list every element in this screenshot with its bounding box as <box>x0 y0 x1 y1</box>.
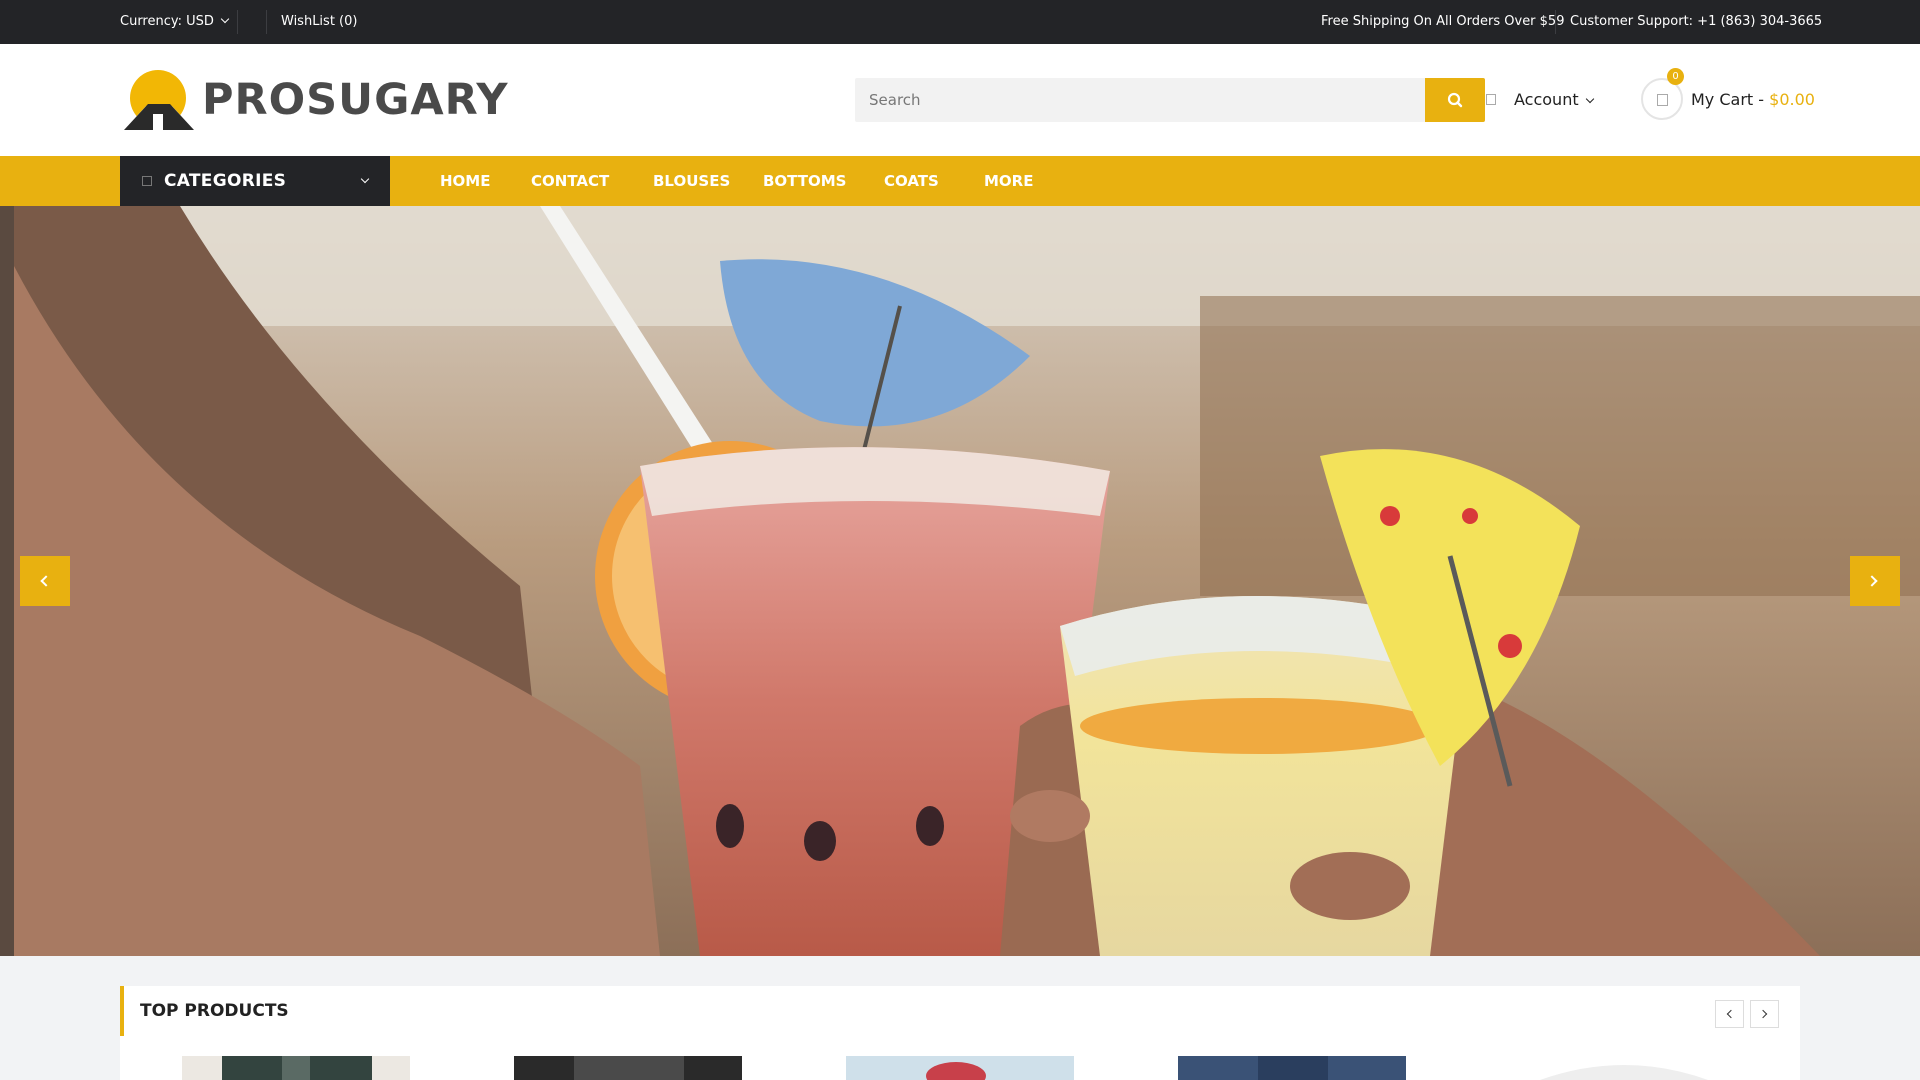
chevron-down-icon <box>220 14 230 24</box>
nav-bottoms[interactable]: BOTTOMS <box>763 156 846 206</box>
nav-home[interactable]: HOME <box>440 156 490 206</box>
product-image[interactable] <box>514 1056 742 1080</box>
product-image[interactable] <box>182 1056 410 1080</box>
slider-next-button[interactable] <box>1850 556 1900 606</box>
cart-summary[interactable]: My Cart - $0.00 <box>1691 78 1815 122</box>
chevron-down-icon <box>360 174 370 184</box>
account-menu[interactable]: Account <box>1486 78 1594 122</box>
customer-support[interactable]: Customer Support: +1 (863) 304-3665 <box>1570 0 1822 44</box>
chevron-right-icon <box>1866 575 1878 587</box>
search-input[interactable] <box>855 78 1425 122</box>
product-image[interactable] <box>846 1056 1074 1080</box>
currency-label: Currency: USD <box>120 14 214 29</box>
cart-icon <box>1657 94 1668 106</box>
slider-prev-button[interactable] <box>20 556 70 606</box>
logo-icon <box>124 70 194 130</box>
search-bar <box>855 78 1485 122</box>
products-prev-button[interactable] <box>1715 1000 1744 1028</box>
main-nav: CATEGORIES HOME CONTACT BLOUSES BOTTOMS … <box>0 156 1920 206</box>
menu-icon <box>142 176 152 186</box>
divider <box>237 10 238 34</box>
logo-text: PROSUGARY <box>202 75 509 125</box>
nav-more[interactable]: MORE <box>984 156 1033 206</box>
currency-selector[interactable]: Currency: USD <box>120 0 230 44</box>
top-bar: Currency: USD WishList (0) Free Shipping… <box>0 0 1920 44</box>
cart-total: $0.00 <box>1769 90 1815 109</box>
categories-dropdown[interactable]: CATEGORIES <box>120 156 390 206</box>
nav-blouses[interactable]: BLOUSES <box>653 156 730 206</box>
user-icon <box>1486 94 1496 105</box>
hero-image <box>0 206 1920 956</box>
account-label: Account <box>1514 90 1579 109</box>
section-accent-bar <box>120 986 124 1036</box>
nav-contact[interactable]: CONTACT <box>531 156 609 206</box>
products-next-button[interactable] <box>1750 1000 1779 1028</box>
section-title: TOP PRODUCTS <box>140 1001 289 1021</box>
wishlist-link[interactable]: WishList (0) <box>281 0 357 44</box>
cart-count-badge: 0 <box>1667 68 1684 85</box>
hero-slider <box>0 206 1920 956</box>
search-icon <box>1447 92 1463 108</box>
nav-coats[interactable]: COATS <box>884 156 939 206</box>
categories-label: CATEGORIES <box>164 171 287 191</box>
product-image[interactable] <box>1510 1056 1738 1080</box>
divider <box>1555 10 1556 34</box>
search-button[interactable] <box>1425 78 1485 122</box>
cart-label: My Cart - <box>1691 90 1770 109</box>
chevron-down-icon <box>1585 94 1594 104</box>
product-image[interactable] <box>1178 1056 1406 1080</box>
logo[interactable]: PROSUGARY <box>122 68 508 132</box>
chevron-left-icon <box>40 575 52 587</box>
chevron-right-icon <box>1758 1009 1768 1019</box>
divider <box>266 10 267 34</box>
top-products-section: TOP PRODUCTS <box>120 986 1800 1080</box>
chevron-left-icon <box>1726 1009 1736 1019</box>
shipping-notice: Free Shipping On All Orders Over $59 <box>1321 14 1565 29</box>
site-header: PROSUGARY Account 0 My Cart - $0.00 <box>0 44 1920 156</box>
